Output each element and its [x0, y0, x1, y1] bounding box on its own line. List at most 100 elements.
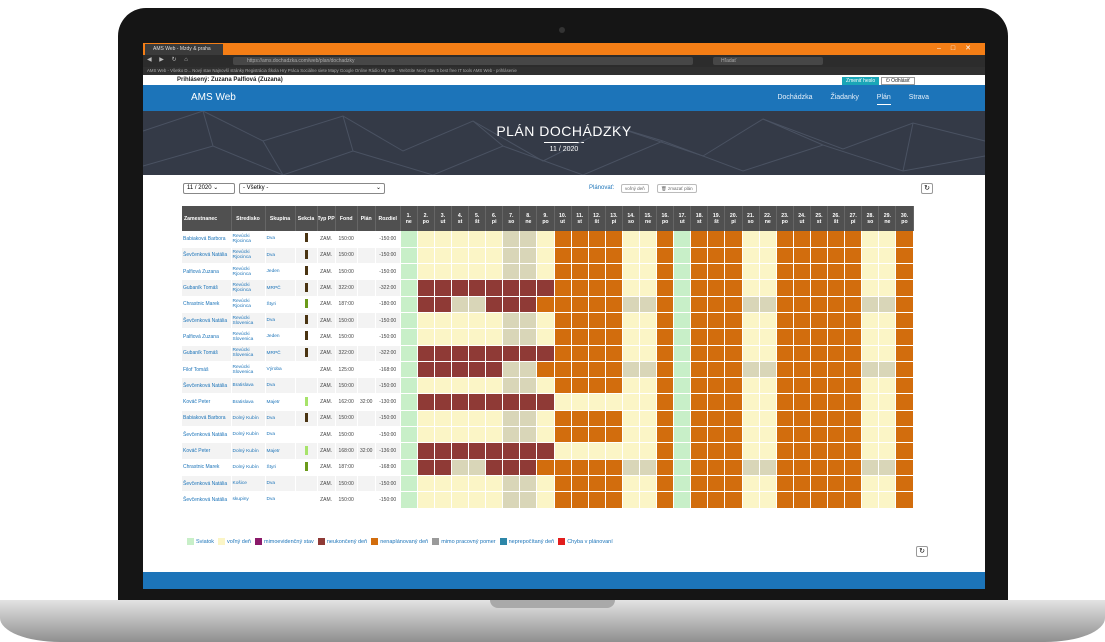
table-row[interactable]: Ševčenková Natália Bratislava Dva ZAM. 150:0…	[182, 377, 914, 395]
day-cell[interactable]	[588, 231, 606, 248]
day-header[interactable]: 14. so	[622, 206, 641, 231]
day-cell[interactable]	[810, 231, 829, 248]
day-cell[interactable]	[707, 279, 726, 297]
day-cell[interactable]	[639, 231, 658, 248]
day-header[interactable]: 26. št	[827, 206, 846, 231]
day-cell[interactable]	[810, 296, 829, 313]
day-cell[interactable]	[468, 279, 487, 297]
day-cell[interactable]	[895, 361, 914, 379]
day-cell[interactable]	[622, 345, 641, 362]
day-cell[interactable]	[571, 263, 589, 281]
day-cell[interactable]	[810, 263, 829, 281]
day-cell[interactable]	[861, 263, 880, 281]
day-cell[interactable]	[536, 377, 555, 395]
day-cell[interactable]	[793, 459, 811, 476]
day-cell[interactable]	[707, 426, 726, 444]
day-cell[interactable]	[742, 393, 760, 411]
table-row[interactable]: Palfiová Zuzana Revúcki Rjocinca Jeden ZAM.…	[182, 263, 914, 281]
day-cell[interactable]	[622, 377, 641, 395]
employee-name[interactable]: Filof Tomáš	[182, 361, 232, 379]
day-cell[interactable]	[707, 410, 726, 428]
day-cell[interactable]	[502, 312, 521, 330]
day-cell[interactable]	[468, 296, 487, 313]
day-cell[interactable]	[536, 426, 555, 444]
day-cell[interactable]	[639, 312, 658, 330]
day-cell[interactable]	[724, 459, 743, 476]
day-cell[interactable]	[434, 312, 452, 330]
day-cell[interactable]	[690, 426, 709, 444]
day-cell[interactable]	[707, 442, 726, 460]
day-cell[interactable]	[400, 279, 418, 297]
day-cell[interactable]	[519, 247, 538, 265]
day-cell[interactable]	[519, 296, 538, 313]
day-cell[interactable]	[400, 247, 418, 265]
day-cell[interactable]	[554, 475, 572, 493]
day-cell[interactable]	[656, 393, 675, 411]
day-cell[interactable]	[690, 345, 709, 362]
day-cell[interactable]	[468, 312, 487, 330]
day-cell[interactable]	[690, 328, 709, 346]
day-cell[interactable]	[639, 263, 658, 281]
day-cell[interactable]	[878, 361, 897, 379]
day-cell[interactable]	[690, 459, 709, 476]
day-cell[interactable]	[673, 345, 692, 362]
day-cell[interactable]	[793, 328, 811, 346]
employee-name[interactable]: Ševčenková Natália	[182, 247, 232, 265]
day-header[interactable]: 28. so	[861, 206, 880, 231]
day-cell[interactable]	[485, 361, 504, 379]
day-cell[interactable]	[639, 410, 658, 428]
day-cell[interactable]	[861, 328, 880, 346]
day-cell[interactable]	[878, 345, 897, 362]
day-cell[interactable]	[776, 263, 794, 281]
day-cell[interactable]	[639, 475, 658, 493]
day-cell[interactable]	[793, 361, 811, 379]
day-cell[interactable]	[451, 231, 470, 248]
day-cell[interactable]	[502, 231, 521, 248]
day-cell[interactable]	[707, 377, 726, 395]
day-cell[interactable]	[468, 328, 487, 346]
day-cell[interactable]	[844, 442, 863, 460]
day-cell[interactable]	[844, 345, 863, 362]
day-cell[interactable]	[622, 475, 641, 493]
day-cell[interactable]	[605, 393, 623, 411]
day-cell[interactable]	[690, 231, 709, 248]
day-cell[interactable]	[451, 459, 470, 476]
day-cell[interactable]	[639, 296, 658, 313]
day-cell[interactable]	[451, 410, 470, 428]
day-cell[interactable]	[844, 279, 863, 297]
employee-name[interactable]: Palfiová Zuzana	[182, 328, 232, 346]
day-cell[interactable]	[468, 426, 487, 444]
day-cell[interactable]	[571, 410, 589, 428]
day-cell[interactable]	[690, 296, 709, 313]
table-row[interactable]: Kováč Peter Bratislava Majetr ZAM. 162:00 32:…	[182, 393, 914, 411]
day-cell[interactable]	[622, 426, 641, 444]
day-cell[interactable]	[878, 393, 897, 411]
day-cell[interactable]	[810, 442, 829, 460]
day-cell[interactable]	[400, 442, 418, 460]
day-cell[interactable]	[793, 263, 811, 281]
day-cell[interactable]	[519, 426, 538, 444]
day-cell[interactable]	[673, 459, 692, 476]
day-cell[interactable]	[759, 312, 777, 330]
day-cell[interactable]	[554, 361, 572, 379]
day-cell[interactable]	[536, 410, 555, 428]
day-cell[interactable]	[417, 263, 435, 281]
day-cell[interactable]	[759, 491, 777, 509]
day-cell[interactable]	[656, 459, 675, 476]
day-cell[interactable]	[588, 475, 606, 493]
day-cell[interactable]	[536, 296, 555, 313]
day-cell[interactable]	[434, 377, 452, 395]
day-cell[interactable]	[639, 393, 658, 411]
day-cell[interactable]	[844, 296, 863, 313]
day-cell[interactable]	[844, 231, 863, 248]
day-cell[interactable]	[895, 377, 914, 395]
day-cell[interactable]	[827, 426, 846, 444]
day-cell[interactable]	[827, 263, 846, 281]
day-cell[interactable]	[588, 410, 606, 428]
logout-button[interactable]: ⏻ Odhlásiť	[880, 77, 915, 85]
day-cell[interactable]	[468, 377, 487, 395]
day-cell[interactable]	[485, 263, 504, 281]
day-cell[interactable]	[605, 345, 623, 362]
employee-name[interactable]: Gubaník Tomáš	[182, 345, 232, 362]
day-header[interactable]: 23. po	[776, 206, 794, 231]
